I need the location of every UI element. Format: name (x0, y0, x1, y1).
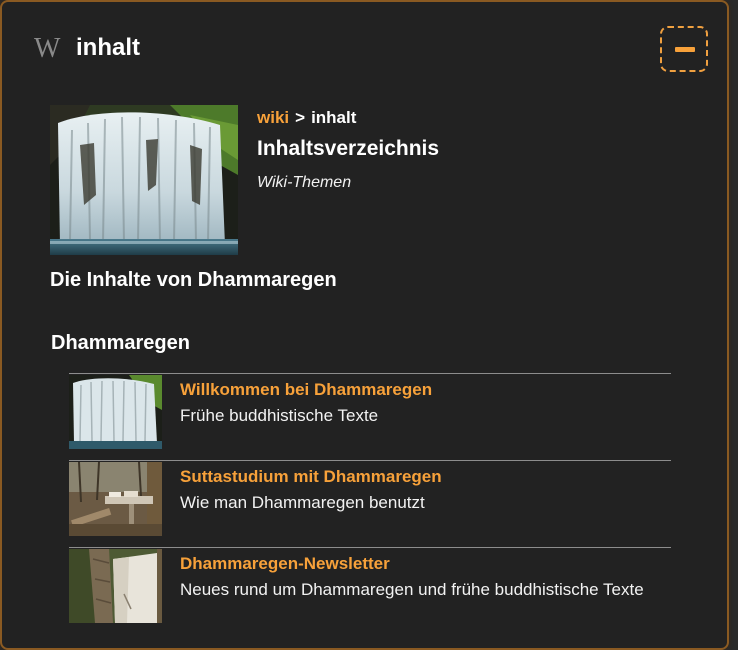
waterfall-photo (50, 105, 238, 255)
waterfall-photo (69, 375, 162, 449)
tree-bark-paper-photo (69, 549, 162, 623)
breadcrumb: wiki > inhalt (257, 107, 356, 129)
wikipedia-w-icon: W (34, 33, 60, 64)
page-title: Inhaltsverzeichnis (257, 137, 440, 160)
entry-description: Frühe buddhistische Texte (180, 406, 379, 425)
hero-image (50, 105, 238, 255)
entry-description: Neues rund um Dhammaregen und frühe budd… (180, 580, 644, 599)
breadcrumb-current: inhalt (311, 108, 357, 127)
list-item[interactable]: Suttastudium mit Dhammaregen Wie man Dha… (69, 460, 671, 536)
entry-thumbnail (69, 375, 162, 449)
panel-title: inhalt (76, 34, 140, 61)
subsection-heading: Dhammaregen (51, 332, 190, 354)
list-item[interactable]: Dhammaregen-Newsletter Neues rund um Dha… (69, 547, 671, 623)
entry-description: Wie man Dhammaregen benutzt (180, 493, 425, 512)
minus-icon (675, 47, 695, 52)
list-item[interactable]: Willkommen bei Dhammaregen Frühe buddhis… (69, 373, 671, 449)
contents-panel: W inhalt wiki > inhalt Inhaltsverzeichni… (0, 0, 729, 650)
entry-title[interactable]: Willkommen bei Dhammaregen (180, 379, 432, 401)
forest-bench-books-photo (69, 462, 162, 536)
page-subtitle: Wiki-Themen (257, 174, 352, 191)
entry-title[interactable]: Dhammaregen-Newsletter (180, 553, 390, 575)
collapse-button[interactable] (660, 26, 708, 72)
breadcrumb-link-wiki[interactable]: wiki (257, 108, 289, 127)
entry-thumbnail (69, 462, 162, 536)
section-heading: Die Inhalte von Dhammaregen (50, 269, 337, 291)
entry-thumbnail (69, 549, 162, 623)
breadcrumb-separator: > (295, 108, 306, 127)
entry-title[interactable]: Suttastudium mit Dhammaregen (180, 466, 442, 488)
